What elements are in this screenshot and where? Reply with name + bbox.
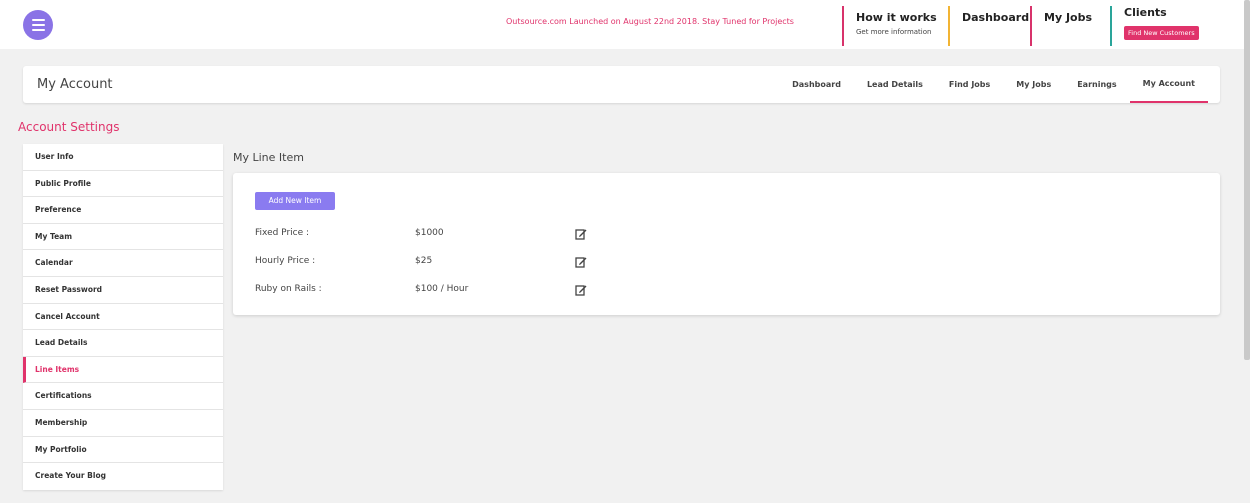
add-new-item-button[interactable]: Add New Item <box>255 192 335 210</box>
nav-my-jobs-label[interactable]: My Jobs <box>1044 11 1110 25</box>
line-item-label: Ruby on Rails : <box>255 284 322 294</box>
line-item-value: $25 <box>415 256 433 266</box>
settings-sidebar: User Info Public Profile Preference My T… <box>23 144 223 490</box>
nav-dashboard[interactable]: Dashboard <box>948 6 1030 46</box>
sidebar-item-reset-password[interactable]: Reset Password <box>23 277 223 304</box>
sidebar-item-create-your-blog[interactable]: Create Your Blog <box>23 463 223 490</box>
nav-clients[interactable]: Clients Find New Customers <box>1110 6 1220 46</box>
nav-how-it-works[interactable]: How it works Get more information <box>842 6 947 46</box>
nav-my-jobs[interactable]: My Jobs <box>1030 6 1110 46</box>
line-item-value: $100 / Hour <box>415 284 469 294</box>
edit-icon[interactable] <box>575 228 587 240</box>
line-item-value: $1000 <box>415 228 444 238</box>
tab-my-jobs[interactable]: My Jobs <box>1003 66 1064 103</box>
tab-lead-details[interactable]: Lead Details <box>854 66 936 103</box>
nav-clients-label[interactable]: Clients <box>1124 6 1220 20</box>
find-new-customers-button[interactable]: Find New Customers <box>1124 26 1199 40</box>
edit-icon[interactable] <box>575 256 587 268</box>
announcement-text: Outsource.com Launched on August 22nd 20… <box>506 17 794 26</box>
tab-find-jobs[interactable]: Find Jobs <box>936 66 1003 103</box>
sidebar-item-my-portfolio[interactable]: My Portfolio <box>23 437 223 464</box>
nav-how-it-works-sub: Get more information <box>856 28 932 36</box>
sidebar-item-lead-details[interactable]: Lead Details <box>23 330 223 357</box>
account-header: My Account Dashboard Lead Details Find J… <box>23 66 1220 103</box>
line-item-label: Hourly Price : <box>255 256 316 266</box>
sidebar-item-preference[interactable]: Preference <box>23 197 223 224</box>
top-bar: Outsource.com Launched on August 22nd 20… <box>0 0 1250 49</box>
tab-my-account[interactable]: My Account <box>1129 66 1208 103</box>
edit-icon[interactable] <box>575 284 587 296</box>
sidebar-item-membership[interactable]: Membership <box>23 410 223 437</box>
sidebar-item-public-profile[interactable]: Public Profile <box>23 171 223 198</box>
sidebar-item-calendar[interactable]: Calendar <box>23 250 223 277</box>
sidebar-item-my-team[interactable]: My Team <box>23 224 223 251</box>
nav-how-it-works-label[interactable]: How it works <box>856 11 947 25</box>
sidebar-item-user-info[interactable]: User Info <box>23 144 223 171</box>
line-item-label: Fixed Price : <box>255 228 310 238</box>
line-items-card: Add New Item Fixed Price : $1000 Hourly … <box>233 173 1220 315</box>
sidebar-item-certifications[interactable]: Certifications <box>23 383 223 410</box>
sidebar-item-line-items[interactable]: Line Items <box>23 356 223 384</box>
section-title: My Line Item <box>233 151 304 164</box>
page-scrollbar[interactable] <box>1244 0 1250 360</box>
tab-earnings[interactable]: Earnings <box>1064 66 1129 103</box>
account-settings-title: Account Settings <box>18 120 120 134</box>
account-tabs: Dashboard Lead Details Find Jobs My Jobs… <box>779 66 1208 103</box>
menu-icon[interactable] <box>23 10 53 40</box>
nav-dashboard-label[interactable]: Dashboard <box>962 11 1030 25</box>
page-title: My Account <box>37 77 113 92</box>
tab-dashboard[interactable]: Dashboard <box>779 66 854 103</box>
sidebar-item-cancel-account[interactable]: Cancel Account <box>23 304 223 331</box>
